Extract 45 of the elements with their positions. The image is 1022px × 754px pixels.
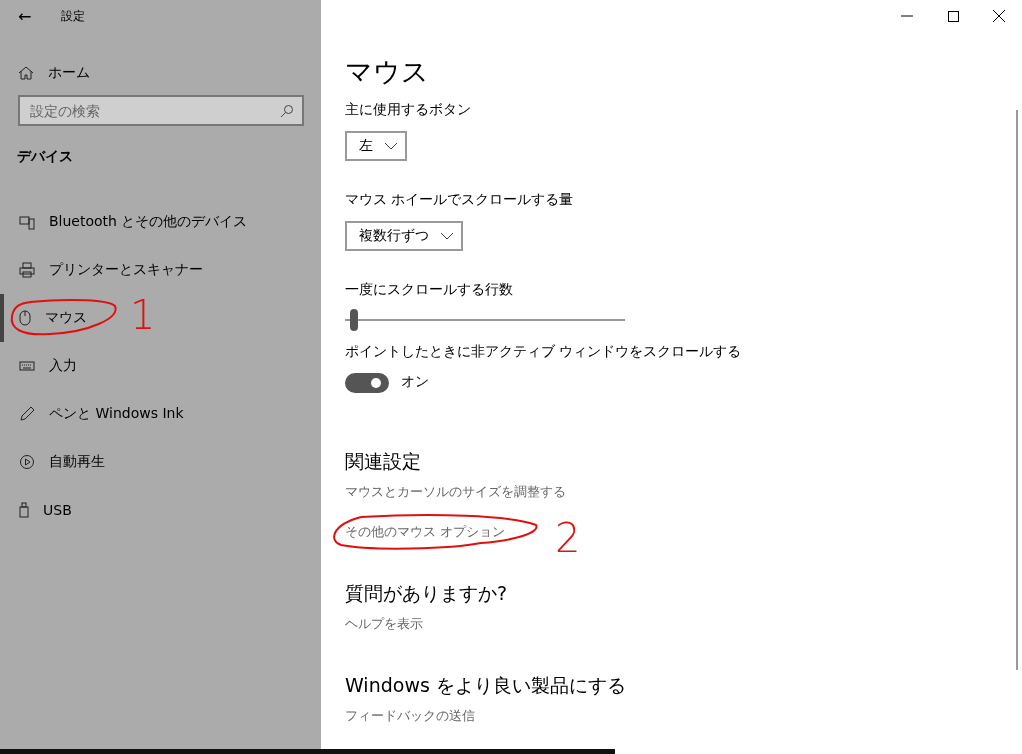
usb-icon <box>19 502 29 518</box>
chevron-icon <box>385 142 397 150</box>
annotation-number: 2 <box>555 515 581 561</box>
pen-icon <box>19 406 35 422</box>
section-heading: Windows をより良い製品にする <box>345 673 627 698</box>
slider-thumb[interactable] <box>350 309 359 331</box>
page-title: マウス <box>345 55 430 89</box>
keyboard-phone-icon <box>19 214 35 230</box>
search-icon <box>280 104 294 118</box>
minimize-icon <box>901 15 913 17</box>
maximize-icon <box>947 10 959 22</box>
section-heading: 質問がありますか? <box>345 581 509 606</box>
keyboard-icon <box>19 360 35 372</box>
annotation-number: 1 <box>130 292 156 338</box>
sidebar-item[interactable]: プリンターとスキャナー <box>0 246 321 294</box>
home-icon <box>18 65 34 81</box>
toggle-switch[interactable] <box>345 373 389 393</box>
section-heading: 関連設定 <box>345 449 422 474</box>
settings-link[interactable]: ヘルプを表示 <box>345 615 423 633</box>
window-title: 設定 <box>61 7 86 25</box>
scroll-bar[interactable] <box>1016 110 1018 670</box>
settings-link[interactable]: フィードバックの送信 <box>345 707 475 725</box>
sidebar-item[interactable]: ペンと Windows Ink <box>0 390 321 438</box>
section-heading: デバイス <box>17 148 74 166</box>
sidebar-item[interactable]: USB <box>0 486 321 534</box>
dropdown[interactable]: 複数行ずつ <box>345 221 463 251</box>
home-link[interactable]: ホーム <box>18 61 321 85</box>
sidebar-item[interactable]: 自動再生 <box>0 438 321 486</box>
chevron-icon <box>441 232 453 240</box>
sidebar-item[interactable]: Bluetooth とその他のデバイス <box>0 198 321 246</box>
sidebar-item[interactable]: 入力 <box>0 342 321 390</box>
toggle-state: オン <box>401 373 429 391</box>
back-button[interactable]: ← <box>18 6 32 26</box>
settings-link[interactable]: マウスとカーソルのサイズを調整する <box>345 483 566 501</box>
dropdown[interactable]: 左 <box>345 131 407 161</box>
printer-icon <box>19 262 35 278</box>
setting-label: ポイントしたときに非アクティブ ウィンドウをスクロールする <box>345 343 743 361</box>
home-label: ホーム <box>48 64 90 82</box>
search-field[interactable]: 設定の検索 <box>18 95 304 126</box>
autoplay-icon <box>19 454 35 470</box>
setting-label: マウス ホイールでスクロールする量 <box>345 191 575 209</box>
close-icon <box>993 10 1005 22</box>
setting-label: 一度にスクロールする行数 <box>345 281 514 299</box>
mouse-icon <box>19 310 31 326</box>
setting-label: 主に使用するボタン <box>345 101 472 119</box>
